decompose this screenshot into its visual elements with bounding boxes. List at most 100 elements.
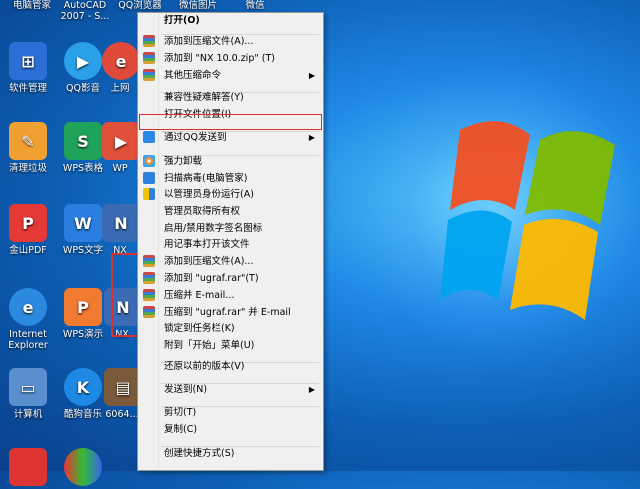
desktop-icon-label: 上网: [110, 83, 130, 94]
submenu-arrow-icon: ▶: [308, 385, 315, 394]
submenu-arrow-icon: ▶: [308, 133, 315, 142]
menu-item-19[interactable]: 压缩并 E-mail...: [139, 287, 321, 304]
rar-icon: [143, 255, 155, 267]
menu-item-label: 强力卸载: [164, 156, 203, 167]
menu-item-label: 扫描病毒(电脑管家): [164, 173, 248, 184]
menu-item-20[interactable]: 压缩到 "ugraf.rar" 并 E-mail: [139, 304, 321, 321]
menu-item-6[interactable]: 兼容性疑难解答(Y): [139, 89, 321, 106]
menu-item-label: 启用/禁用数字签名图标: [164, 223, 263, 234]
menu-item-label: 创建快捷方式(S): [164, 448, 235, 459]
desktop-icon-file[interactable]: ▤ 6064...: [104, 368, 140, 420]
desktop-icon-kingsoft-pdf[interactable]: P 金山PDF: [0, 204, 58, 256]
menu-item-31[interactable]: 创建快捷方式(S): [139, 445, 321, 462]
menu-item-28[interactable]: 剪切(T): [139, 404, 321, 421]
wps-slides-icon: P: [64, 288, 102, 326]
menu-item-14[interactable]: 管理员取得所有权: [139, 203, 321, 220]
menu-item-label: 压缩并 E-mail...: [164, 290, 235, 301]
desktop-icon-wps-presentation[interactable]: ▶ WP: [102, 122, 138, 174]
menu-item-label: 压缩到 "ugraf.rar" 并 E-mail: [164, 307, 291, 318]
app-icon: [9, 448, 47, 486]
windows-logo-wallpaper: [440, 121, 615, 320]
wps-writer-icon: W: [64, 204, 102, 242]
menu-item-22[interactable]: 附到「开始」菜单(U): [139, 337, 321, 354]
desktop-icon-label: 电脑管家: [12, 0, 51, 11]
rar-icon: [143, 306, 155, 318]
clean-trash-icon: ✎: [9, 122, 47, 160]
desktop-icon-clean-trash[interactable]: ✎ 清理垃圾: [0, 122, 58, 174]
menu-item-16[interactable]: 用记事本打开该文件: [139, 236, 321, 253]
rar-icon: [143, 289, 155, 301]
qq-icon: [143, 131, 155, 143]
rar-icon: [143, 35, 155, 47]
menu-item-label: 添加到压缩文件(A)...: [164, 36, 254, 47]
menu-item-label: 兼容性疑难解答(Y): [164, 92, 244, 103]
menu-item-label: 添加到 "ugraf.rar"(T): [164, 273, 259, 284]
menu-item-label: 复制(C): [164, 424, 198, 435]
desktop-icon-pc-manager[interactable]: 电脑管家: [2, 0, 62, 11]
menu-item-17[interactable]: 添加到压缩文件(A)...: [139, 253, 321, 270]
file-icon: ▤: [104, 368, 140, 406]
nx-icon: N: [102, 204, 138, 242]
menu-item-label: 用记事本打开该文件: [164, 239, 250, 250]
menu-item-4[interactable]: 其他压缩命令 ▶: [139, 67, 321, 84]
menu-item-label: 管理员取得所有权: [164, 206, 241, 217]
menu-item-label: 剪切(T): [164, 407, 197, 418]
menu-item-11[interactable]: 强力卸载: [139, 153, 321, 170]
menu-item-3[interactable]: 添加到 "NX 10.0.zip" (T): [139, 50, 321, 67]
menu-item-12[interactable]: 扫描病毒(电脑管家): [139, 170, 321, 187]
menu-item-label: 打开(O): [164, 15, 200, 26]
wps-presentation-icon: ▶: [102, 122, 138, 160]
desktop-icon-partial-1[interactable]: [0, 448, 58, 489]
menu-item-label: 发送到(N): [164, 384, 208, 395]
desktop-icon-autocad[interactable]: AutoCAD 2007 - S...: [55, 0, 115, 22]
desktop-icon-partial-2[interactable]: [53, 448, 113, 489]
computer-icon: ▭: [9, 368, 47, 406]
menu-item-label: 其他压缩命令: [164, 70, 222, 81]
desktop-icon-internet-explorer[interactable]: e Internet Explorer: [0, 288, 58, 351]
menu-item-15[interactable]: 启用/禁用数字签名图标: [139, 220, 321, 237]
rar-icon: [143, 272, 155, 284]
desktop-icon-label: QQ浏览器: [118, 0, 162, 11]
desktop-icon-label: 微信: [245, 0, 265, 11]
desktop-icon-label: 清理垃圾: [8, 163, 47, 174]
highlight-box-open-file-location: [139, 114, 322, 130]
menu-item-9[interactable]: 通过QQ发送到 ▶: [139, 129, 321, 146]
submenu-arrow-icon: ▶: [308, 71, 315, 80]
flower-icon: [143, 155, 155, 167]
menu-item-26[interactable]: 发送到(N) ▶: [139, 381, 321, 398]
desktop-icon-wechat[interactable]: 微信: [225, 0, 285, 11]
menu-item-24[interactable]: 还原以前的版本(V): [139, 358, 321, 375]
desktop-icon-qq-browser[interactable]: QQ浏览器: [110, 0, 170, 11]
menu-item-0[interactable]: 打开(O): [139, 12, 321, 29]
menu-item-13[interactable]: 以管理员身份运行(A): [139, 186, 321, 203]
desktop-icon-label: 金山PDF: [9, 245, 47, 256]
menu-item-2[interactable]: 添加到压缩文件(A)...: [139, 33, 321, 50]
menu-item-label: 添加到 "NX 10.0.zip" (T): [164, 53, 275, 64]
desktop-icon-computer[interactable]: ▭ 计算机: [0, 368, 58, 420]
desktop-icon-software-manager[interactable]: ⊞ 软件管理: [0, 42, 58, 94]
internet-explorer-icon: e: [9, 288, 47, 326]
menu-item-label: 添加到压缩文件(A)...: [164, 256, 254, 267]
uac-shield-icon: [143, 188, 155, 200]
rar-icon: [143, 69, 155, 81]
browser-icon: e: [102, 42, 138, 80]
menu-item-label: 附到「开始」菜单(U): [164, 340, 255, 351]
desktop-icon-browser[interactable]: e 上网: [102, 42, 138, 94]
menu-item-18[interactable]: 添加到 "ugraf.rar"(T): [139, 270, 321, 287]
qq-player-icon: ▶: [64, 42, 102, 80]
desktop-icon-nx[interactable]: N NX: [102, 204, 138, 256]
desktop-icon-label: 6064...: [105, 409, 139, 420]
kingsoft-pdf-icon: P: [9, 204, 47, 242]
menu-item-21[interactable]: 锁定到任务栏(K): [139, 320, 321, 337]
app-icon: [64, 448, 102, 486]
menu-item-label: 以管理员身份运行(A): [164, 189, 254, 200]
rar-icon: [143, 52, 155, 64]
software-manager-icon: ⊞: [9, 42, 47, 80]
wps-spreadsheet-icon: S: [64, 122, 102, 160]
menu-item-label: 通过QQ发送到: [164, 132, 227, 143]
menu-item-29[interactable]: 复制(C): [139, 421, 321, 438]
kugou-music-icon: K: [64, 368, 102, 406]
desktop-icon-label: 软件管理: [8, 83, 47, 94]
desktop-icon-label: 计算机: [13, 409, 43, 420]
desktop-icon-label: Internet Explorer: [8, 329, 48, 351]
